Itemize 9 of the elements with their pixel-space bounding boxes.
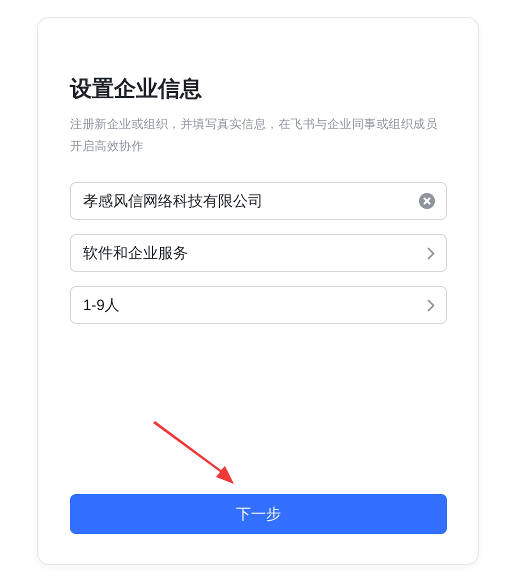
next-button[interactable]: 下一步 (70, 494, 447, 534)
description-text: 注册新企业或组织，并填写真实信息，在飞书与企业同事或组织成员开启高效协作 (70, 116, 438, 155)
clear-icon[interactable] (419, 193, 435, 209)
company-name-field[interactable]: 孝感风信网络科技有限公司 (70, 182, 447, 220)
select-field[interactable]: 软件和企业服务 (70, 234, 447, 272)
chevron-icon (427, 246, 435, 260)
chevron-icon (427, 298, 435, 312)
page-title: 设置企业信息 (70, 75, 202, 103)
select-field[interactable]: 1-9人 (70, 286, 447, 324)
